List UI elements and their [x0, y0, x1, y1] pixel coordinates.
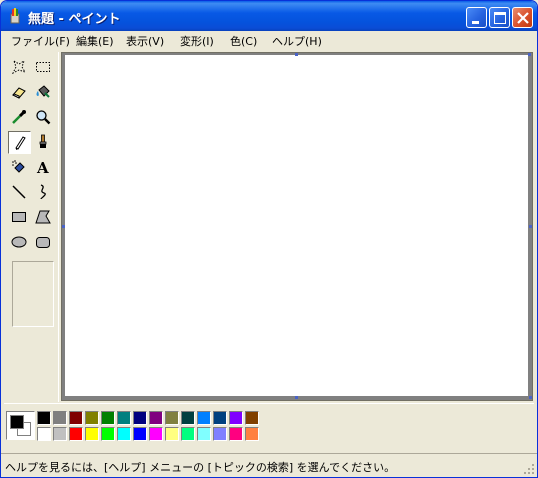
palette-swatch[interactable]	[133, 411, 147, 425]
foreground-color-swatch	[10, 415, 24, 429]
rounded-rect-icon	[36, 237, 50, 248]
ellipse-icon	[11, 236, 27, 248]
resize-handle-top	[295, 53, 298, 56]
airbrush-icon	[12, 160, 25, 173]
palette-swatch[interactable]	[53, 427, 67, 441]
palette-swatch[interactable]	[197, 427, 211, 441]
palette-swatch[interactable]	[85, 427, 99, 441]
menu-edit[interactable]: 編集(E)	[76, 33, 114, 49]
palette-swatch[interactable]	[101, 411, 115, 425]
tool-curve[interactable]	[32, 181, 55, 204]
close-icon	[517, 12, 529, 24]
palette-swatch[interactable]	[69, 411, 83, 425]
tool-line[interactable]	[8, 181, 31, 204]
eraser-icon	[12, 87, 26, 99]
palette-swatch[interactable]	[101, 427, 115, 441]
tool-ellipse[interactable]	[8, 231, 31, 254]
drawing-canvas[interactable]	[65, 55, 528, 396]
tool-free-form-select[interactable]	[8, 56, 31, 79]
curve-icon	[40, 184, 46, 200]
palette-swatch[interactable]	[117, 427, 131, 441]
tool-pick-color[interactable]	[8, 106, 31, 129]
palette-swatch[interactable]	[53, 411, 67, 425]
window-title: 無題 - ペイント	[28, 12, 121, 27]
menu-view[interactable]: 表示(V)	[126, 33, 164, 49]
resize-handle-bottom-right[interactable]	[529, 396, 532, 399]
eyedropper-icon	[12, 110, 26, 124]
palette-swatch[interactable]	[213, 427, 227, 441]
text-icon: A	[36, 159, 49, 175]
palette-swatch[interactable]	[165, 411, 179, 425]
rect-select-icon	[36, 62, 50, 72]
polygon-icon	[35, 210, 51, 224]
paint-app-icon[interactable]	[7, 8, 23, 24]
tool-polygon[interactable]	[32, 206, 55, 229]
tool-rectangle[interactable]	[8, 206, 31, 229]
title-bar[interactable]: 無題 - ペイント	[1, 1, 537, 31]
menu-colors[interactable]: 色(C)	[230, 33, 257, 49]
status-bar: ヘルプを見るには、[ヘルプ] メニューの [トピックの検索] を選んでください。	[1, 453, 537, 477]
tool-rounded-rectangle[interactable]	[32, 231, 55, 254]
tool-eraser[interactable]	[8, 81, 31, 104]
tool-rect-select[interactable]	[32, 56, 55, 79]
palette-swatch[interactable]	[181, 427, 195, 441]
brush-icon	[39, 134, 47, 148]
toolbox: A	[4, 52, 59, 402]
maximize-button[interactable]	[489, 7, 510, 28]
paint-window: 無題 - ペイント ファイル(F) 編集(E) 表示(V) 変形(I) 色(C)…	[0, 0, 538, 478]
canvas-workspace[interactable]	[61, 52, 533, 401]
magnifier-icon	[36, 110, 51, 125]
minimize-icon	[472, 21, 479, 24]
tool-fill[interactable]	[32, 81, 55, 104]
palette-swatch[interactable]	[197, 411, 211, 425]
color-palette-area	[4, 403, 534, 451]
resize-handle-right[interactable]	[529, 225, 532, 228]
palette-swatch[interactable]	[117, 411, 131, 425]
maximize-icon	[494, 12, 506, 24]
palette-swatch[interactable]	[229, 411, 243, 425]
palette-swatch[interactable]	[165, 427, 179, 441]
tool-airbrush[interactable]	[8, 156, 31, 179]
status-text: ヘルプを見るには、[ヘルプ] メニューの [トピックの検索] を選んでください。	[5, 461, 396, 474]
tool-pencil[interactable]	[8, 131, 31, 154]
palette-swatch[interactable]	[245, 427, 259, 441]
rectangle-icon	[12, 212, 26, 222]
palette-swatch[interactable]	[229, 427, 243, 441]
tool-brush[interactable]	[32, 131, 55, 154]
palette-swatch[interactable]	[37, 411, 51, 425]
resize-handle-left	[62, 225, 65, 228]
resize-handle-bottom[interactable]	[295, 396, 298, 399]
resize-grip-icon[interactable]	[523, 463, 535, 475]
pencil-icon	[15, 136, 26, 150]
tool-options-panel[interactable]	[12, 261, 54, 327]
paint-bucket-icon	[36, 85, 50, 98]
menu-file[interactable]: ファイル(F)	[11, 33, 70, 49]
palette-swatch[interactable]	[245, 411, 259, 425]
palette-swatch[interactable]	[37, 427, 51, 441]
menu-image[interactable]: 変形(I)	[180, 33, 214, 49]
tool-magnifier[interactable]	[32, 106, 55, 129]
tool-text[interactable]: A	[32, 156, 55, 179]
close-button[interactable]	[512, 7, 533, 28]
palette-swatch[interactable]	[149, 427, 163, 441]
palette-swatch[interactable]	[213, 411, 227, 425]
resize-handle-top-right	[528, 53, 531, 56]
palette-swatch[interactable]	[133, 427, 147, 441]
line-icon	[12, 185, 26, 199]
palette-swatch[interactable]	[69, 427, 83, 441]
menu-help[interactable]: ヘルプ(H)	[272, 33, 322, 49]
palette-swatch[interactable]	[149, 411, 163, 425]
current-colors[interactable]	[6, 411, 35, 440]
palette-swatch[interactable]	[85, 411, 99, 425]
palette-swatch[interactable]	[181, 411, 195, 425]
menu-bar: ファイル(F) 編集(E) 表示(V) 変形(I) 色(C) ヘルプ(H)	[4, 31, 534, 50]
free-select-icon	[11, 59, 27, 75]
text-tool-glyph: A	[36, 159, 49, 175]
minimize-button[interactable]	[466, 7, 487, 28]
